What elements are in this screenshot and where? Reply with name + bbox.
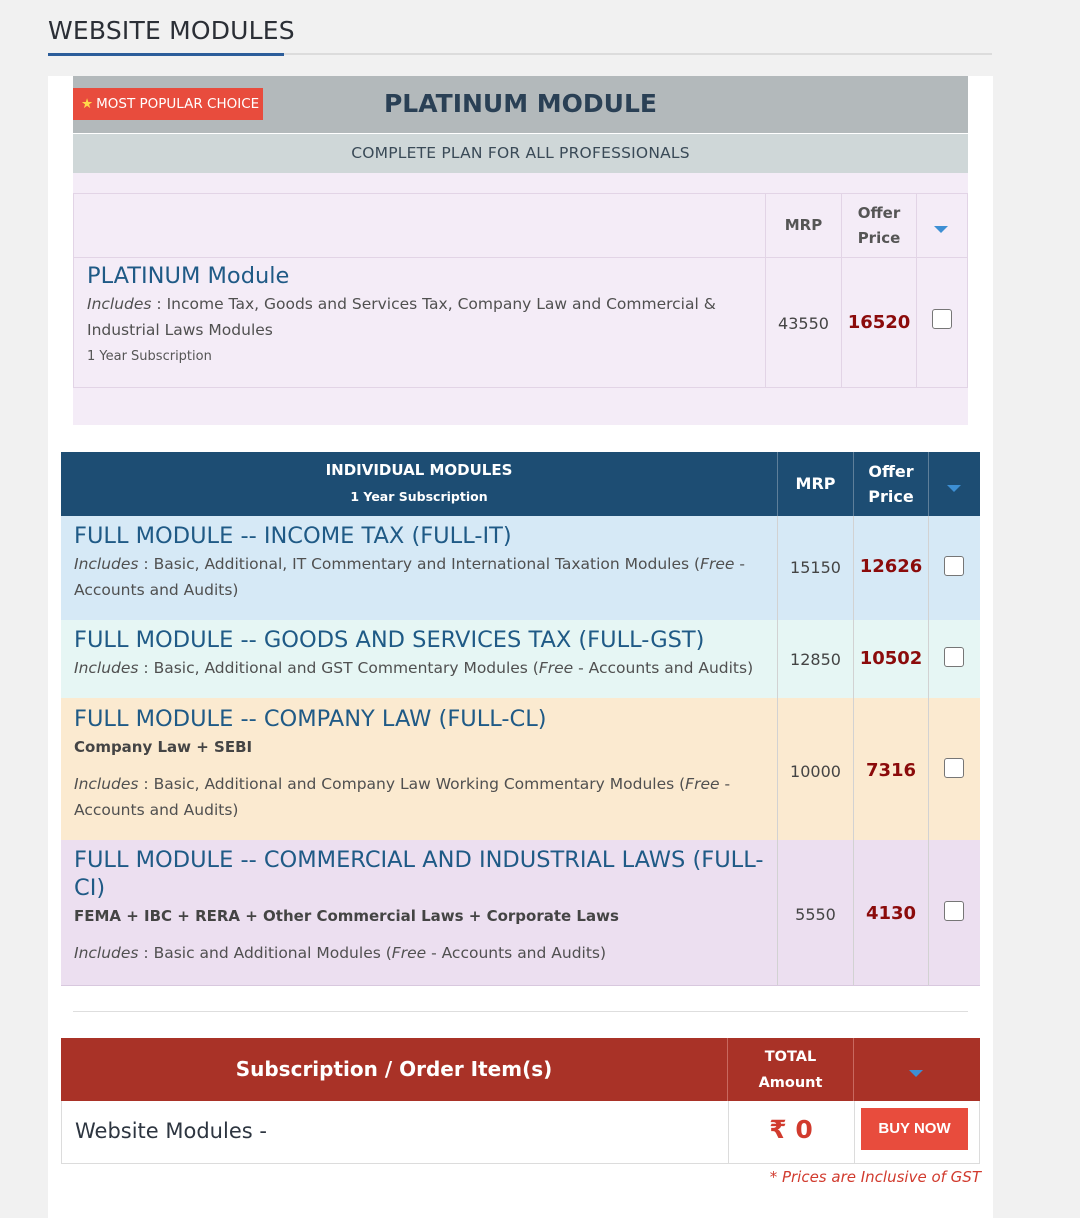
individual-header-title: INDIVIDUAL MODULES bbox=[325, 461, 513, 479]
module-mrp: 5550 bbox=[795, 905, 836, 924]
individual-col-offer-line1: Offer bbox=[868, 462, 914, 481]
caret-down-icon[interactable] bbox=[909, 1070, 923, 1077]
platinum-col-mrp: MRP bbox=[784, 216, 823, 234]
free-text: - Accounts and Audits) bbox=[426, 944, 607, 962]
caret-down-icon[interactable] bbox=[947, 485, 961, 492]
module-mrp: 12850 bbox=[790, 650, 841, 669]
order-item-label: Website Modules - bbox=[75, 1119, 267, 1143]
platinum-header: ★ MOST POPULAR CHOICE PLATINUM MODULE bbox=[73, 76, 968, 133]
module-mrp: 10000 bbox=[790, 762, 841, 781]
includes-text: : Income Tax, Goods and Services Tax, Co… bbox=[87, 295, 716, 339]
module-row-commercial-industrial: FULL MODULE -- COMMERCIAL AND INDUSTRIAL… bbox=[61, 840, 980, 986]
module-subtitle: FEMA + IBC + RERA + Other Commercial Law… bbox=[74, 907, 619, 925]
order-divider bbox=[73, 1011, 968, 1012]
module-mrp: 15150 bbox=[790, 558, 841, 577]
order-total-line2: Amount bbox=[758, 1075, 823, 1091]
individual-modules-table: INDIVIDUAL MODULES 1 Year Subscription M… bbox=[61, 452, 980, 986]
platinum-offer-price: 16520 bbox=[847, 312, 911, 333]
module-checkbox-commercial-industrial[interactable] bbox=[944, 901, 964, 921]
caret-down-icon[interactable] bbox=[934, 226, 948, 233]
includes-text: : Basic and Additional Modules ( bbox=[138, 944, 392, 962]
includes-text: : Basic, Additional and Company Law Work… bbox=[138, 775, 686, 793]
section-divider-accent bbox=[48, 53, 284, 56]
free-label: Free bbox=[538, 659, 574, 677]
platinum-item-desc: Includes : Income Tax, Goods and Service… bbox=[87, 291, 755, 343]
platinum-title: PLATINUM MODULE bbox=[383, 89, 657, 118]
module-offer-price: 10502 bbox=[859, 648, 923, 669]
module-offer-price: 7316 bbox=[865, 760, 917, 781]
module-row-income-tax: FULL MODULE -- INCOME TAX (FULL-IT) Incl… bbox=[61, 516, 980, 620]
platinum-item-name: PLATINUM Module bbox=[87, 263, 290, 289]
module-name: FULL MODULE -- GOODS AND SERVICES TAX (F… bbox=[74, 627, 705, 653]
includes-label: Includes bbox=[74, 555, 139, 573]
includes-label: Includes bbox=[74, 775, 139, 793]
order-total-line1: TOTAL bbox=[764, 1049, 817, 1065]
module-checkbox-company-law[interactable] bbox=[944, 758, 964, 778]
buy-now-button[interactable]: BUY NOW bbox=[861, 1108, 968, 1150]
module-name: FULL MODULE -- INCOME TAX (FULL-IT) bbox=[74, 523, 512, 549]
free-text: - Accounts and Audits) bbox=[573, 659, 754, 677]
includes-label: Includes bbox=[74, 944, 139, 962]
individual-col-mrp: MRP bbox=[795, 474, 836, 493]
module-desc: Includes : Basic, Additional and Company… bbox=[74, 771, 774, 823]
order-header: Subscription / Order Item(s) TOTAL Amoun… bbox=[61, 1038, 980, 1101]
gst-note: * Prices are Inclusive of GST bbox=[769, 1168, 981, 1186]
module-name: FULL MODULE -- COMMERCIAL AND INDUSTRIAL… bbox=[74, 847, 764, 901]
individual-col-offer: Offer Price bbox=[854, 459, 928, 509]
platinum-subtitle: COMPLETE PLAN FOR ALL PROFESSIONALS bbox=[73, 134, 968, 173]
module-row-company-law: FULL MODULE -- COMPANY LAW (FULL-CL) Com… bbox=[61, 698, 980, 840]
includes-text: : Basic, Additional, IT Commentary and I… bbox=[138, 555, 701, 573]
order-row: Website Modules - ₹ 0 BUY NOW bbox=[61, 1101, 980, 1164]
module-desc: Includes : Basic and Additional Modules … bbox=[74, 940, 774, 966]
order-total-header: TOTAL Amount bbox=[728, 1044, 853, 1096]
module-desc: Includes : Basic, Additional, IT Comment… bbox=[74, 551, 764, 603]
free-label: Free bbox=[700, 555, 735, 573]
free-label: Free bbox=[391, 944, 427, 962]
platinum-col-offer-line2: Price bbox=[857, 229, 901, 247]
individual-col-offer-line2: Price bbox=[868, 487, 914, 506]
platinum-mrp: 43550 bbox=[778, 314, 829, 333]
module-checkbox-income-tax[interactable] bbox=[944, 556, 964, 576]
platinum-checkbox[interactable] bbox=[932, 309, 952, 329]
includes-text: : Basic, Additional and GST Commentary M… bbox=[138, 659, 539, 677]
order-title: Subscription / Order Item(s) bbox=[235, 1057, 553, 1081]
module-offer-price: 4130 bbox=[865, 903, 917, 924]
module-desc: Includes : Basic, Additional and GST Com… bbox=[74, 655, 764, 681]
individual-header: INDIVIDUAL MODULES 1 Year Subscription M… bbox=[61, 452, 980, 516]
free-label: Free bbox=[685, 775, 720, 793]
module-row-gst: FULL MODULE -- GOODS AND SERVICES TAX (F… bbox=[61, 620, 980, 698]
module-checkbox-gst[interactable] bbox=[944, 647, 964, 667]
platinum-col-offer: Offer Price bbox=[842, 201, 916, 251]
order-total-amount: ₹ 0 bbox=[769, 1115, 813, 1144]
module-subtitle: Company Law + SEBI bbox=[74, 738, 253, 756]
platinum-item-note: 1 Year Subscription bbox=[87, 349, 212, 364]
platinum-col-offer-line1: Offer bbox=[857, 204, 901, 222]
module-offer-price: 12626 bbox=[859, 556, 923, 577]
platinum-table: MRP Offer Price PLATINUM Module Includes… bbox=[73, 193, 968, 388]
includes-label: Includes bbox=[74, 659, 139, 677]
individual-header-sub: 1 Year Subscription bbox=[350, 489, 488, 504]
includes-label: Includes bbox=[87, 295, 152, 313]
section-title: WEBSITE MODULES bbox=[48, 16, 295, 45]
module-name: FULL MODULE -- COMPANY LAW (FULL-CL) bbox=[74, 706, 547, 732]
